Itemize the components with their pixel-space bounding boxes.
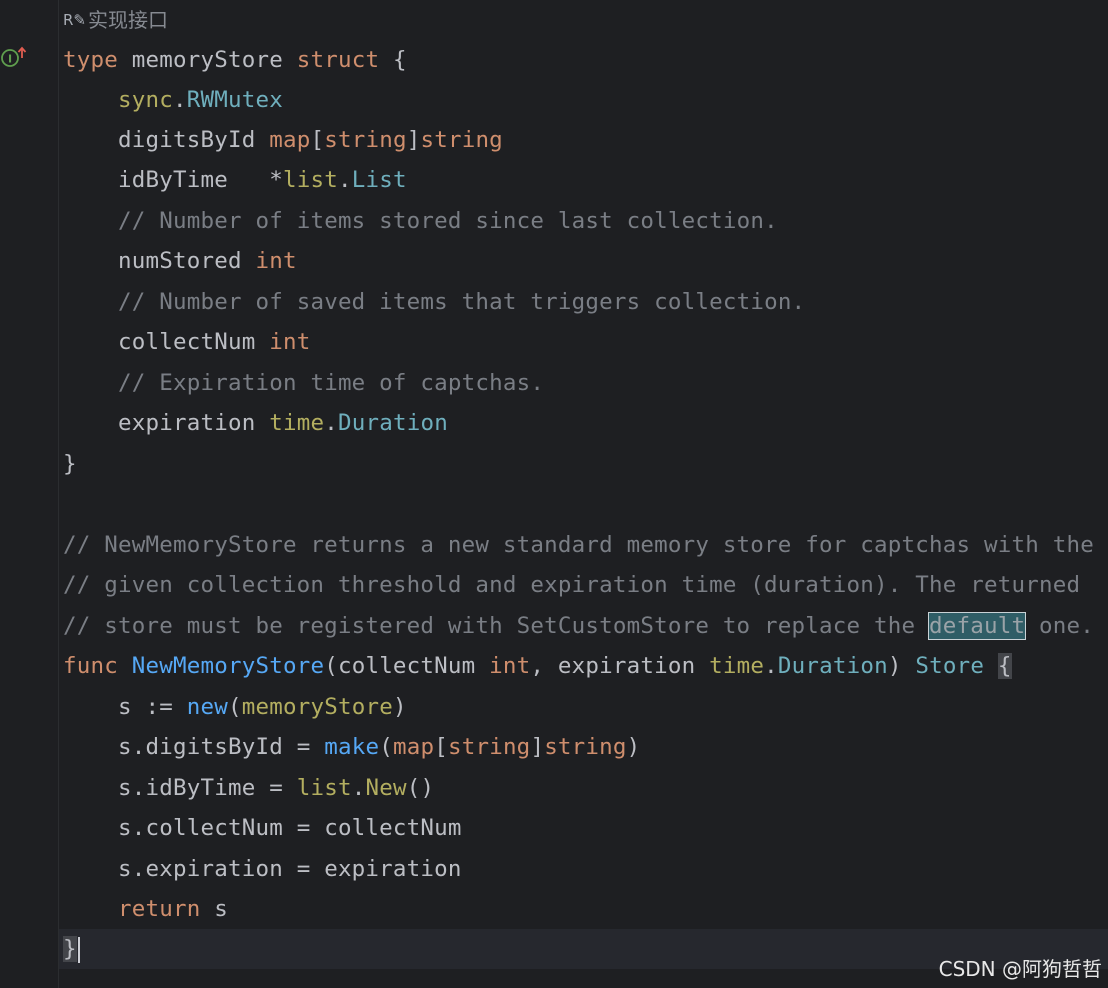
search-highlight[interactable]: default xyxy=(928,612,1027,640)
func-signature: func NewMemoryStore(collectNum int, expi… xyxy=(63,653,1012,679)
doc-comment: // given collection threshold and expira… xyxy=(63,572,1081,598)
doc-comment: // NewMemoryStore returns a new standard… xyxy=(63,532,1094,558)
code-line: s.digitsById = make(map[string]string) xyxy=(118,734,641,760)
editor-gutter: I xyxy=(0,0,59,988)
code-line: s := new(memoryStore) xyxy=(118,694,407,720)
watermark: CSDN @阿狗哲哲 xyxy=(938,957,1102,981)
code-line: expiration time.Duration xyxy=(118,410,448,436)
code-line-current: } xyxy=(63,929,80,969)
implements-interface-icon[interactable]: I xyxy=(0,46,30,68)
code-line: return s xyxy=(118,896,228,922)
code-line: sync.RWMutex xyxy=(118,87,283,113)
code-editor[interactable]: type memoryStore struct { sync.RWMutex d… xyxy=(63,0,1108,988)
code-comment: // Number of saved items that triggers c… xyxy=(118,289,806,315)
function-name[interactable]: NewMemoryStore xyxy=(132,653,324,679)
text-caret xyxy=(77,936,80,963)
matching-brace: } xyxy=(63,936,77,962)
doc-comment: // store must be registered with SetCust… xyxy=(63,612,1094,640)
code-comment: // Expiration time of captchas. xyxy=(118,370,545,396)
svg-text:I: I xyxy=(8,53,12,66)
code-line: s.idByTime = list.New() xyxy=(118,775,435,801)
code-line: digitsById map[string]string xyxy=(118,127,503,153)
code-line: collectNum int xyxy=(118,329,311,355)
code-line: s.expiration = expiration xyxy=(118,856,462,882)
code-line: numStored int xyxy=(118,248,297,274)
matching-brace: { xyxy=(997,653,1012,679)
code-line: type memoryStore struct { xyxy=(63,47,407,73)
code-line: } xyxy=(63,451,77,477)
code-line: idByTime *list.List xyxy=(118,167,407,193)
code-comment: // Number of items stored since last col… xyxy=(118,208,778,234)
code-line: s.collectNum = collectNum xyxy=(118,815,462,841)
